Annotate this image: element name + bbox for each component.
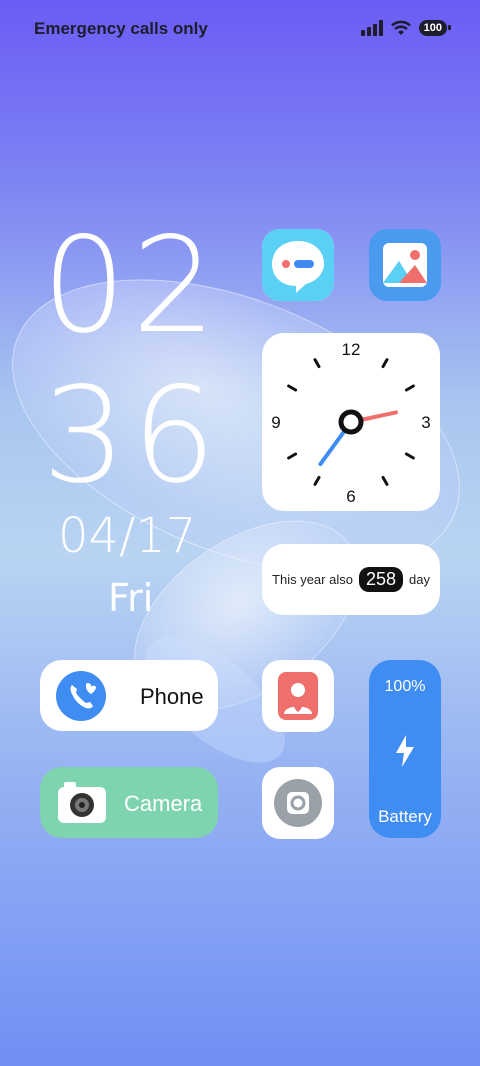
clock-hours[interactable]: 02 [42, 220, 232, 352]
clock-number: 12 [342, 340, 361, 359]
settings-icon [274, 779, 322, 827]
battery-label: Battery [378, 807, 432, 826]
messages-icon [262, 229, 334, 301]
camera-icon [58, 782, 106, 823]
day-counter-widget[interactable]: This year also 258 day [262, 544, 440, 615]
clock-number: 9 [271, 413, 280, 432]
clock-tick [404, 452, 415, 460]
camera-app[interactable]: Camera [40, 767, 218, 838]
battery-percent: 100% [384, 678, 426, 695]
signal-icon [360, 20, 383, 36]
messages-app[interactable] [262, 229, 334, 301]
clock-tick [381, 475, 389, 486]
clock-minutes[interactable]: 36 [42, 370, 232, 502]
status-icons: 100 [360, 20, 452, 36]
carrier-text: Emergency calls only [34, 19, 208, 38]
contacts-icon [278, 672, 318, 720]
analog-clock-widget[interactable]: 12 3 6 9 [262, 333, 440, 511]
clock-number: 3 [421, 413, 430, 432]
contacts-app[interactable] [262, 660, 334, 732]
weekday-text[interactable]: Fri [108, 576, 153, 620]
phone-app[interactable]: Phone [40, 660, 218, 731]
day-counter-suffix: day [409, 572, 430, 587]
status-bar: Emergency calls only 100 [0, 0, 480, 58]
battery-icon: 100 [418, 20, 452, 36]
camera-label: Camera [124, 791, 203, 816]
day-counter-prefix: This year also [272, 572, 353, 587]
clock-tick [287, 384, 298, 392]
day-counter-value: 258 [358, 567, 403, 592]
phone-label: Phone [140, 684, 204, 709]
clock-tick [404, 384, 415, 392]
wifi-icon [390, 20, 411, 35]
clock-tick [381, 358, 389, 369]
phone-icon [56, 671, 106, 721]
clock-tick [287, 452, 298, 460]
analog-clock: 12 3 6 9 [271, 340, 430, 506]
clock-tick [313, 475, 321, 486]
settings-app[interactable] [262, 767, 334, 839]
clock-tick [313, 358, 321, 369]
clock-number: 6 [346, 487, 355, 506]
date-text[interactable]: 04/17 [58, 508, 196, 564]
bolt-icon [396, 735, 414, 767]
battery-widget[interactable]: 100% Battery [369, 660, 441, 838]
gallery-app[interactable] [369, 229, 441, 301]
gallery-icon [383, 243, 427, 287]
